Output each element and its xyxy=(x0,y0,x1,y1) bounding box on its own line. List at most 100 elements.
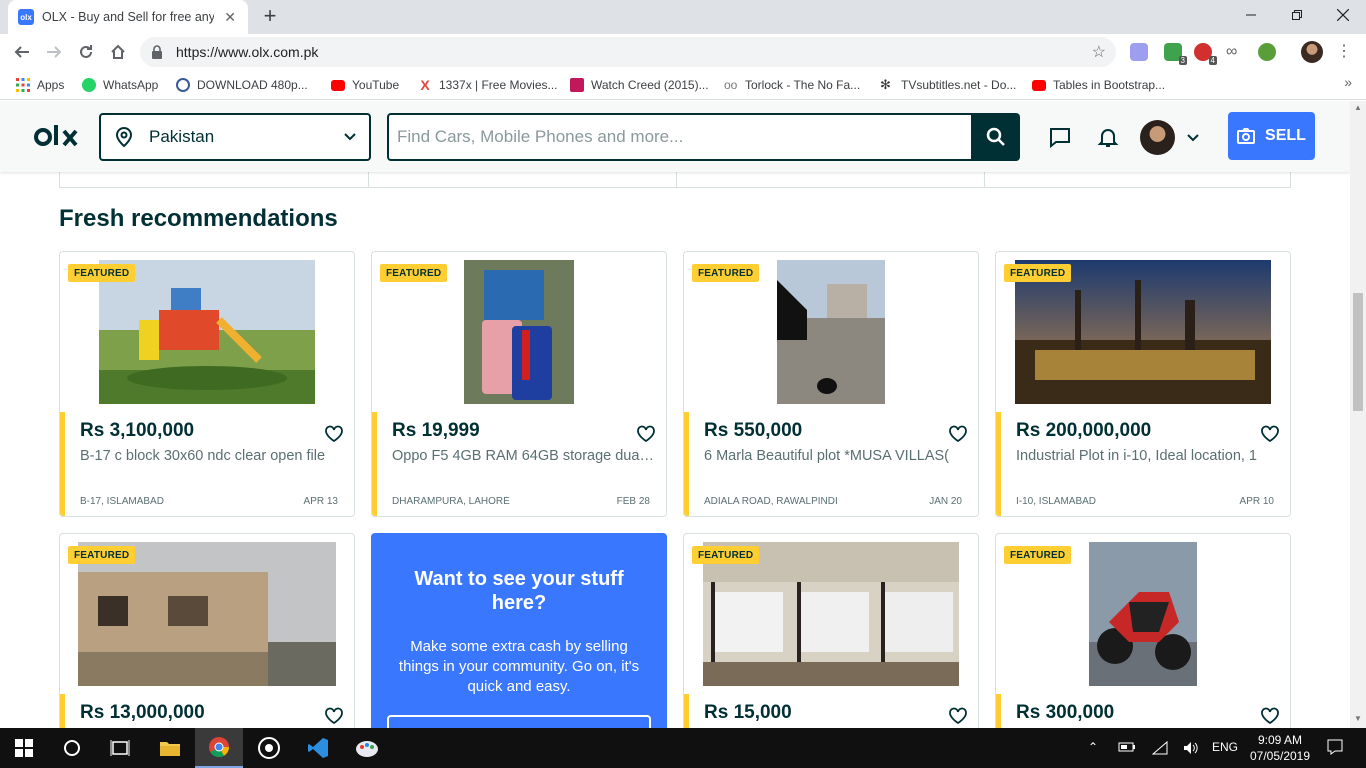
reload-button[interactable] xyxy=(74,40,98,64)
paint-taskbar-button[interactable] xyxy=(343,728,391,768)
task-view-button[interactable] xyxy=(96,728,144,768)
listing-location: B-17, ISLAMABAD xyxy=(80,496,164,507)
featured-accent-bar xyxy=(372,412,377,516)
home-button[interactable] xyxy=(106,40,130,64)
battery-icon[interactable] xyxy=(1118,740,1136,754)
heart-icon[interactable] xyxy=(324,424,344,444)
restore-window-button[interactable] xyxy=(1274,0,1320,30)
listing-card[interactable]: FEATURED Rs 3,100,000 B-17 c block 30x60… xyxy=(59,251,355,517)
tray-overflow-icon[interactable]: ⌃ xyxy=(1088,740,1098,754)
opera-extension-icon[interactable]: 4 xyxy=(1194,43,1217,65)
heart-icon[interactable] xyxy=(1260,424,1280,444)
tab-title: OLX - Buy and Sell for free anywhere xyxy=(42,10,215,24)
heart-icon[interactable] xyxy=(324,706,344,726)
scroll-down-icon[interactable]: ▼ xyxy=(1354,714,1362,723)
youtube-icon xyxy=(331,79,345,91)
clock-date: 07/05/2019 xyxy=(1249,749,1311,763)
listing-price: Rs 19,999 xyxy=(392,420,480,441)
featured-badge: FEATURED xyxy=(1004,264,1072,282)
bookmark-torlock[interactable]: oo Torlock - The No Fa... xyxy=(724,76,860,94)
torlock-icon: oo xyxy=(724,78,738,92)
apps-grid-icon xyxy=(16,78,30,92)
heart-icon[interactable] xyxy=(1260,706,1280,726)
minimize-window-button[interactable] xyxy=(1228,0,1274,30)
notification-bell-icon[interactable] xyxy=(1096,125,1120,149)
listing-date: FEB 28 xyxy=(616,496,650,507)
clock-time: 9:09 AM xyxy=(1257,733,1303,747)
chat-icon[interactable] xyxy=(1048,125,1072,149)
reload-icon xyxy=(80,45,92,58)
address-bar[interactable]: https://www.olx.com.pk ☆ xyxy=(140,37,1116,67)
chevron-down-icon[interactable] xyxy=(1186,131,1200,145)
user-avatar[interactable] xyxy=(1140,120,1175,155)
bookmark-youtube[interactable]: YouTube xyxy=(331,76,399,94)
pdf-extension-icon[interactable] xyxy=(1130,43,1148,61)
camera-plus-icon xyxy=(1237,128,1256,144)
listing-card[interactable]: FEATURED Rs 300,000 xyxy=(995,533,1291,728)
shield-extension-icon[interactable]: 3 xyxy=(1164,43,1187,65)
chrome-profile-avatar[interactable] xyxy=(1301,41,1323,63)
bookmark-whatsapp[interactable]: WhatsApp xyxy=(82,76,158,94)
listing-price: Rs 300,000 xyxy=(1016,702,1115,723)
arrow-left-icon xyxy=(14,46,29,58)
listing-card[interactable]: FEATURED Rs 13,000,000 xyxy=(59,533,355,728)
sell-button[interactable]: SELL xyxy=(1228,112,1315,160)
browser-tab[interactable]: olx OLX - Buy and Sell for free anywhere… xyxy=(8,0,248,34)
chrome-icon xyxy=(209,737,230,758)
vscode-icon xyxy=(308,738,328,758)
cortana-button[interactable] xyxy=(48,728,96,768)
featured-badge: FEATURED xyxy=(380,264,448,282)
olx-header: Pakistan SELL xyxy=(0,101,1350,172)
notifications-icon[interactable] xyxy=(1326,738,1344,756)
promo-text: Make some extra cash by selling things i… xyxy=(398,638,640,695)
scroll-up-icon[interactable]: ▲ xyxy=(1354,103,1362,112)
bookmark-bootstrap-tables[interactable]: Tables in Bootstrap... xyxy=(1032,76,1165,94)
search-input[interactable] xyxy=(389,115,971,159)
start-button[interactable] xyxy=(0,728,48,768)
location-text: Pakistan xyxy=(149,127,215,146)
previous-row-cards xyxy=(59,172,1291,188)
sell-promo-card: Want to see your stuff here? Make some e… xyxy=(371,533,667,728)
vscode-taskbar-button[interactable] xyxy=(294,728,342,768)
chrome-taskbar-button[interactable] xyxy=(195,728,243,768)
new-tab-button[interactable]: + xyxy=(258,4,282,30)
bookmark-watch-creed[interactable]: Watch Creed (2015)... xyxy=(570,76,709,94)
promo-start-selling-button[interactable] xyxy=(387,715,651,728)
globe-extension-icon[interactable] xyxy=(1258,43,1276,61)
back-button[interactable] xyxy=(10,40,34,64)
olx-logo-icon[interactable] xyxy=(34,123,84,151)
wifi-icon[interactable] xyxy=(1152,740,1170,756)
listing-card[interactable]: FEATURED Rs 15,000 xyxy=(683,533,979,728)
page-scrollbar[interactable]: ▲ ▼ xyxy=(1350,101,1366,728)
taskbar-clock[interactable]: 9:09 AM 07/05/2019 xyxy=(1244,732,1316,764)
bookmark-star-icon[interactable]: ☆ xyxy=(1092,42,1106,62)
bookmark-tvsubtitles[interactable]: ✻ TVsubtitles.net - Do... xyxy=(880,76,1016,94)
bookmark-apps[interactable]: Apps xyxy=(16,76,64,94)
location-selector[interactable]: Pakistan xyxy=(99,113,371,161)
close-tab-icon[interactable]: ✕ xyxy=(222,9,238,26)
browser-toolbar: https://www.olx.com.pk ☆ 3 4 ∞ xyxy=(0,34,1366,70)
film-icon: ✻ xyxy=(880,77,891,92)
forward-button[interactable] xyxy=(42,40,66,64)
bookmarks-overflow-icon[interactable]: » xyxy=(1344,74,1352,90)
obs-taskbar-button[interactable] xyxy=(245,728,293,768)
featured-accent-bar xyxy=(60,694,65,728)
file-explorer-button[interactable] xyxy=(146,728,194,768)
heart-icon[interactable] xyxy=(948,424,968,444)
volume-icon[interactable] xyxy=(1182,740,1200,756)
bookmark-1337x[interactable]: X 1337x | Free Movies... xyxy=(418,76,557,94)
close-window-button[interactable] xyxy=(1320,0,1366,30)
search-button[interactable] xyxy=(971,113,1020,161)
bookmark-download[interactable]: DOWNLOAD 480p... xyxy=(176,76,308,94)
heart-icon[interactable] xyxy=(948,706,968,726)
listing-card[interactable]: FEATURED Rs 200,000,000 Industrial Plot … xyxy=(995,251,1291,517)
listing-card[interactable]: FEATURED Rs 19,999 Oppo F5 4GB RAM 64GB … xyxy=(371,251,667,517)
location-pin-icon xyxy=(115,126,133,148)
infinity-extension-icon[interactable]: ∞ xyxy=(1226,43,1244,61)
chrome-menu-icon[interactable]: ⋮ xyxy=(1336,40,1352,64)
scrollbar-thumb[interactable] xyxy=(1353,293,1363,411)
listing-image xyxy=(464,260,574,404)
language-indicator[interactable]: ENG xyxy=(1212,740,1238,754)
listing-card[interactable]: FEATURED Rs 550,000 6 Marla Beautiful pl… xyxy=(683,251,979,517)
heart-icon[interactable] xyxy=(636,424,656,444)
